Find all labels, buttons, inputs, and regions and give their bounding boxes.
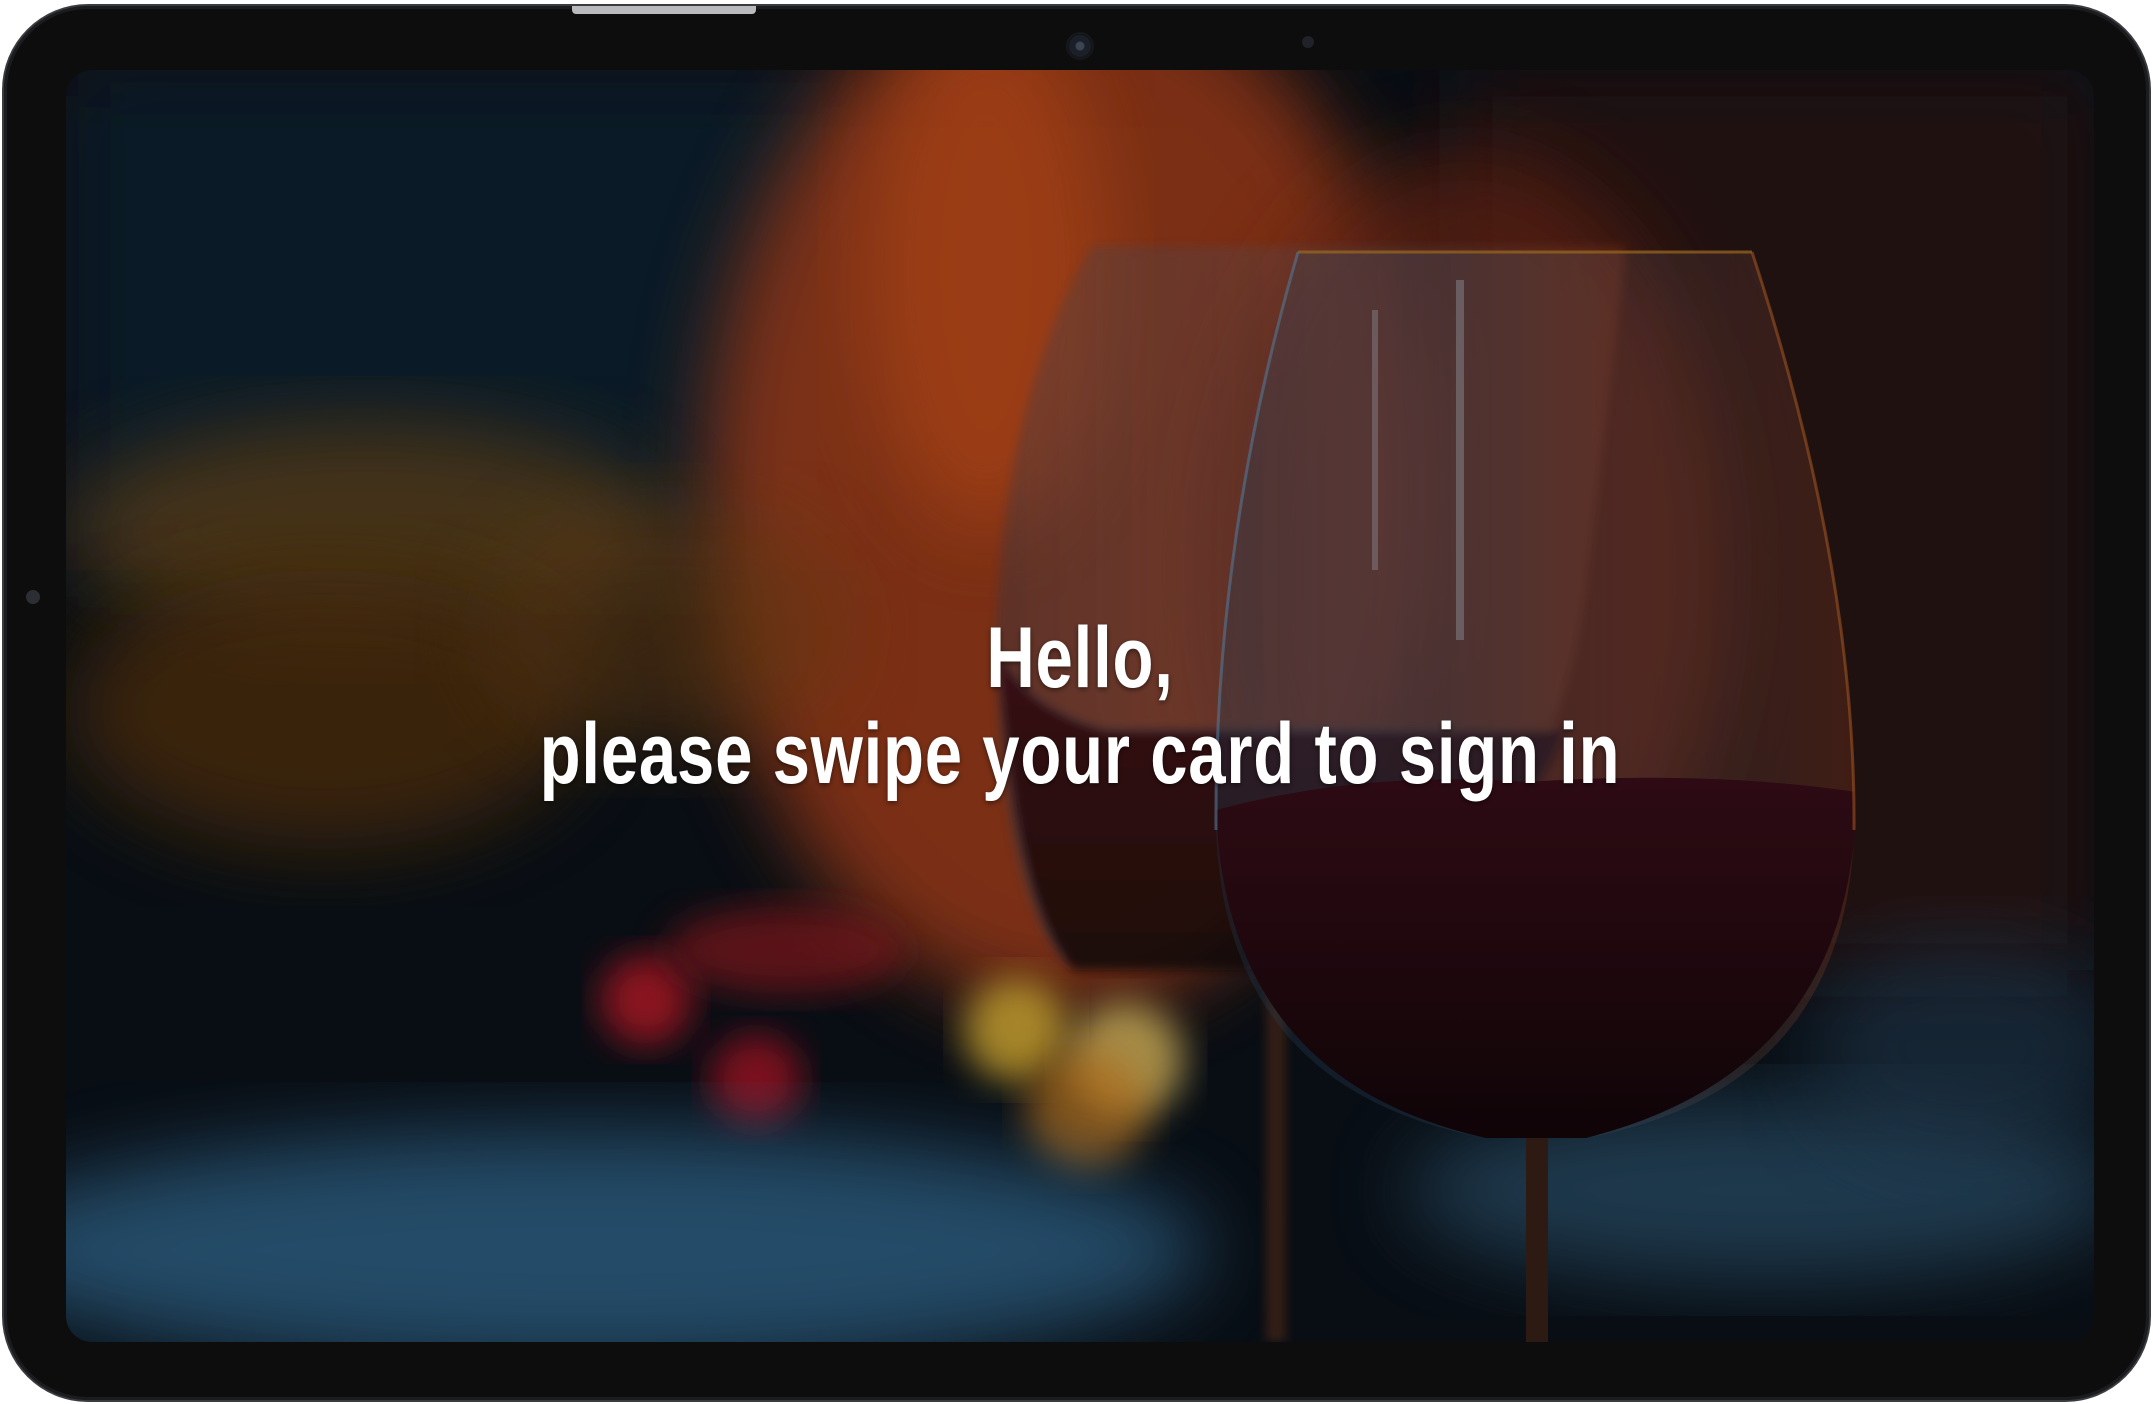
greeting-instruction: please swipe your card to sign in [539,706,1621,802]
sign-in-screen[interactable]: Hello, please swipe your card to sign in [66,70,2094,1342]
power-button [572,6,756,14]
tablet-device-frame: Hello, please swipe your card to sign in [4,6,2149,1400]
light-sensor [1302,36,1314,48]
greeting-title: Hello, [986,610,1174,706]
front-camera-icon [1068,34,1092,58]
side-microphone [26,590,40,604]
